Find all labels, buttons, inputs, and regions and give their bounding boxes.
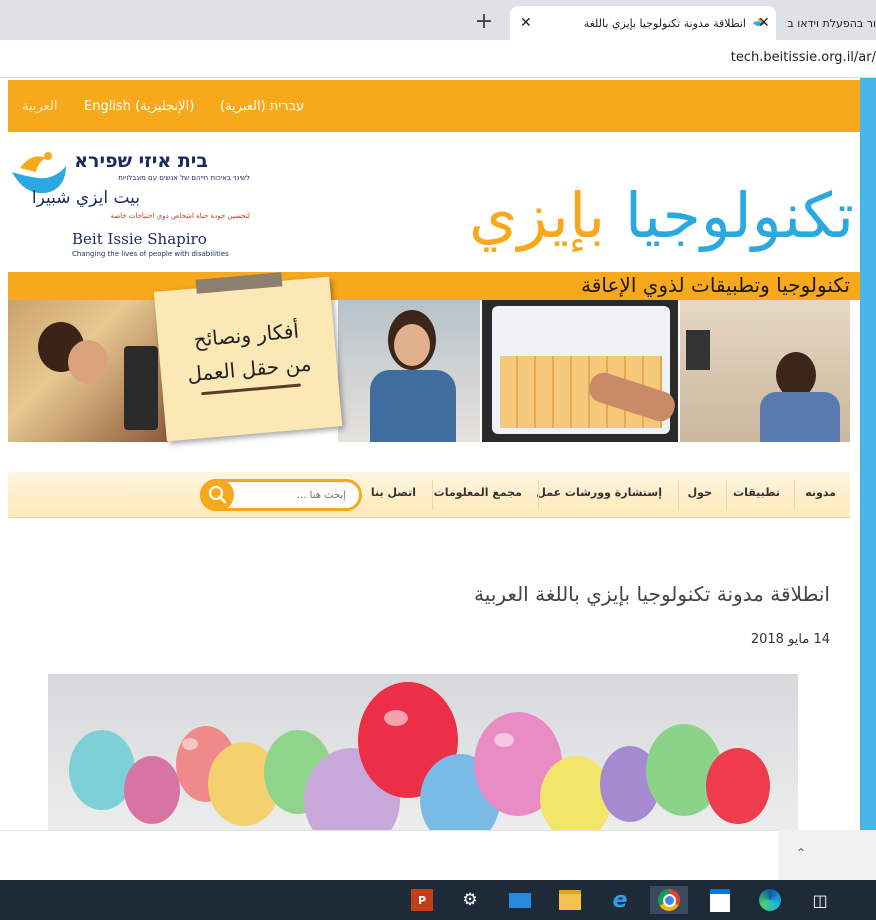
search-input[interactable] — [238, 486, 348, 504]
store-icon[interactable] — [706, 886, 734, 914]
edge-icon[interactable] — [756, 886, 784, 914]
banner-photo-girl-mic — [338, 300, 480, 442]
banner-photo-classroom — [680, 300, 850, 442]
logo-hebrew-tagline: לשינוי באיכות חייהם של אנשים עם מוגבלויו… — [118, 174, 250, 182]
logo-english-tagline: Changing the lives of people with disabi… — [72, 250, 229, 258]
nav-apps[interactable]: تطبيقات — [733, 486, 780, 499]
logo-arabic-tagline: لتحسين جودة حياة اشخاص ذوي احتياجات خاصة — [110, 212, 250, 220]
nav-about[interactable]: حول — [688, 486, 712, 499]
mail-icon[interactable] — [506, 886, 534, 914]
settings-icon[interactable]: ⚙ — [456, 886, 484, 914]
nav-info-center[interactable]: مجمع المعلومات — [434, 486, 522, 499]
tab-strip: + انطلاقة مدونة تكنولوجيا بإيزي باللغة ✕… — [0, 0, 876, 40]
nav-consulting[interactable]: إستشارة وورشات عمل — [536, 486, 662, 499]
download-bar-controls: ⌃ — [778, 830, 876, 880]
internet-explorer-icon[interactable]: e — [606, 886, 634, 914]
file-explorer-icon[interactable] — [556, 886, 584, 914]
powerpoint-icon[interactable]: P — [408, 886, 436, 914]
main-nav: مدونه تطبيقات حول إستشارة وورشات عمل مجم… — [8, 472, 850, 518]
chevron-up-icon[interactable]: ⌃ — [796, 846, 806, 860]
note-text: أفكار ونصائح من حقل العمل — [161, 311, 335, 398]
task-view-icon[interactable]: ◫ — [806, 886, 834, 914]
nav-contact[interactable]: اتصل بنا — [371, 486, 416, 499]
logo-hebrew: בית איזי שפירא — [74, 150, 208, 172]
tab-title: انطلاقة مدونة تكنولوجيا بإيزي باللغة — [583, 16, 746, 30]
header-banner — [8, 300, 850, 442]
subtitle-bar: تكنولوجيا وتطبيقات لذوي الإعاقة — [8, 272, 860, 300]
side-strip — [860, 78, 876, 830]
site-title-part1: تكنولوجيا — [624, 179, 854, 252]
download-bar — [0, 830, 876, 880]
banner-photo-mother-child — [8, 300, 168, 442]
banner-photo-tablet-keyboard — [482, 300, 678, 442]
language-bar: עברית (العبرية) English (الإنجليزية) الع… — [8, 80, 860, 132]
search-icon[interactable] — [200, 479, 234, 511]
lang-english-link[interactable]: English (الإنجليزية) — [84, 99, 194, 114]
taskbar — [0, 880, 876, 920]
site-subtitle: تكنولوجيا وتطبيقات لذوي الإعاقة — [581, 273, 850, 297]
tab-title: ור בהפעלת וידאו ב — [787, 16, 876, 30]
post-image-balloons — [48, 674, 798, 834]
post-date: 14 مايو 2018 — [750, 632, 830, 647]
logo-english: Beit Issie Shapiro — [72, 230, 207, 248]
lang-arabic-link[interactable]: العربية — [22, 99, 58, 114]
site-title-part2: بإيزي — [469, 179, 606, 252]
address-bar[interactable]: tech.beitissie.org.il/ar/ — [0, 40, 876, 78]
nav-blog[interactable]: مدونه — [805, 486, 836, 499]
tab-second[interactable]: ור בהפעלת וידאו ב ✕ — [756, 6, 876, 40]
lang-hebrew-link[interactable]: עברית (العبرية) — [220, 99, 304, 114]
post-title[interactable]: انطلاقة مدونة تكنولوجيا بإيزي باللغة الع… — [474, 582, 830, 606]
tab-active[interactable]: انطلاقة مدونة تكنولوجيا بإيزي باللغة ✕ — [510, 6, 776, 40]
close-tab-icon[interactable]: ✕ — [520, 15, 532, 31]
url-text[interactable]: tech.beitissie.org.il/ar/ — [731, 50, 876, 65]
close-tab-icon[interactable]: ✕ — [758, 15, 770, 31]
logo-arabic: بيت ايزي شبيرا — [31, 188, 140, 208]
new-tab-button[interactable]: + — [470, 8, 498, 36]
chrome-icon[interactable] — [650, 886, 688, 914]
site-title: تكنولوجيا بإيزي — [426, 168, 854, 264]
